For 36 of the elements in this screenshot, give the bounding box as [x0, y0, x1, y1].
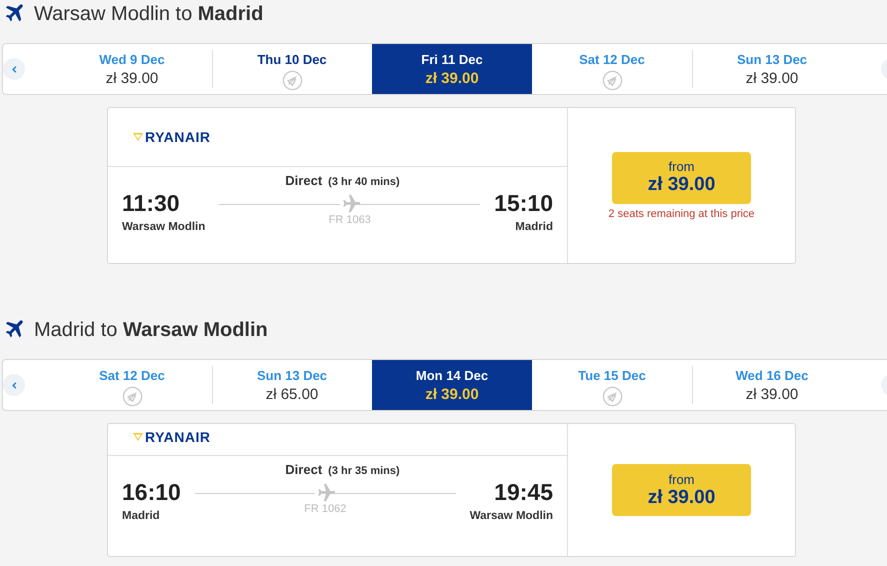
- departure-airport: Madrid: [122, 510, 161, 522]
- no-flights-icon: [122, 386, 142, 407]
- departure-time: 16:10: [122, 479, 181, 506]
- chevron-left-icon: [10, 64, 18, 74]
- flight-number: FR 1062: [304, 503, 346, 515]
- flight-type: Direct: [285, 462, 322, 477]
- route-title: Warsaw Modlin to Madrid: [34, 2, 264, 26]
- airline-logo: RYANAIR: [145, 428, 210, 444]
- airline-logo: RYANAIR: [145, 129, 210, 145]
- date-tab[interactable]: Sun 13 Dec zł 65.00: [212, 360, 372, 410]
- previous-button[interactable]: [3, 374, 25, 396]
- date-tab[interactable]: Mon 14 Dec zł 39.00: [372, 360, 532, 410]
- route-title: Madrid to Warsaw Modlin: [34, 318, 268, 342]
- price-button[interactable]: from zł 39.00: [612, 152, 751, 204]
- date-tab[interactable]: Fri 11 Dec zł 39.00: [372, 44, 532, 94]
- chevron-left-icon: [10, 380, 18, 390]
- previous-button[interactable]: [3, 58, 25, 80]
- no-flights-icon: [602, 70, 622, 91]
- flight-type: Direct: [285, 173, 322, 188]
- duration: (3 hr 40 mins): [328, 176, 400, 188]
- date-tab[interactable]: Wed 16 Dec zł 39.00: [692, 360, 852, 410]
- arrival-time: 15:10: [494, 190, 553, 217]
- price-button[interactable]: from zł 39.00: [612, 464, 751, 516]
- no-flights-icon: [282, 70, 302, 91]
- arrival-time: 19:45: [494, 479, 553, 506]
- departure-airport: Warsaw Modlin: [122, 221, 206, 233]
- departure-time: 11:30: [122, 190, 181, 217]
- no-flights-icon: [602, 386, 622, 407]
- arrival-airport: Warsaw Modlin: [470, 510, 553, 522]
- date-tab[interactable]: Sun 13 Dec zł 39.00: [692, 44, 852, 94]
- seats-warning: 2 seats remaining at this price: [608, 208, 755, 220]
- date-tab[interactable]: Thu 10 Dec: [212, 44, 372, 94]
- date-tab[interactable]: Wed 9 Dec zł 39.00: [52, 44, 212, 94]
- duration: (3 hr 35 mins): [328, 465, 400, 477]
- arrival-airport: Madrid: [515, 221, 553, 233]
- flight-number: FR 1063: [328, 214, 371, 226]
